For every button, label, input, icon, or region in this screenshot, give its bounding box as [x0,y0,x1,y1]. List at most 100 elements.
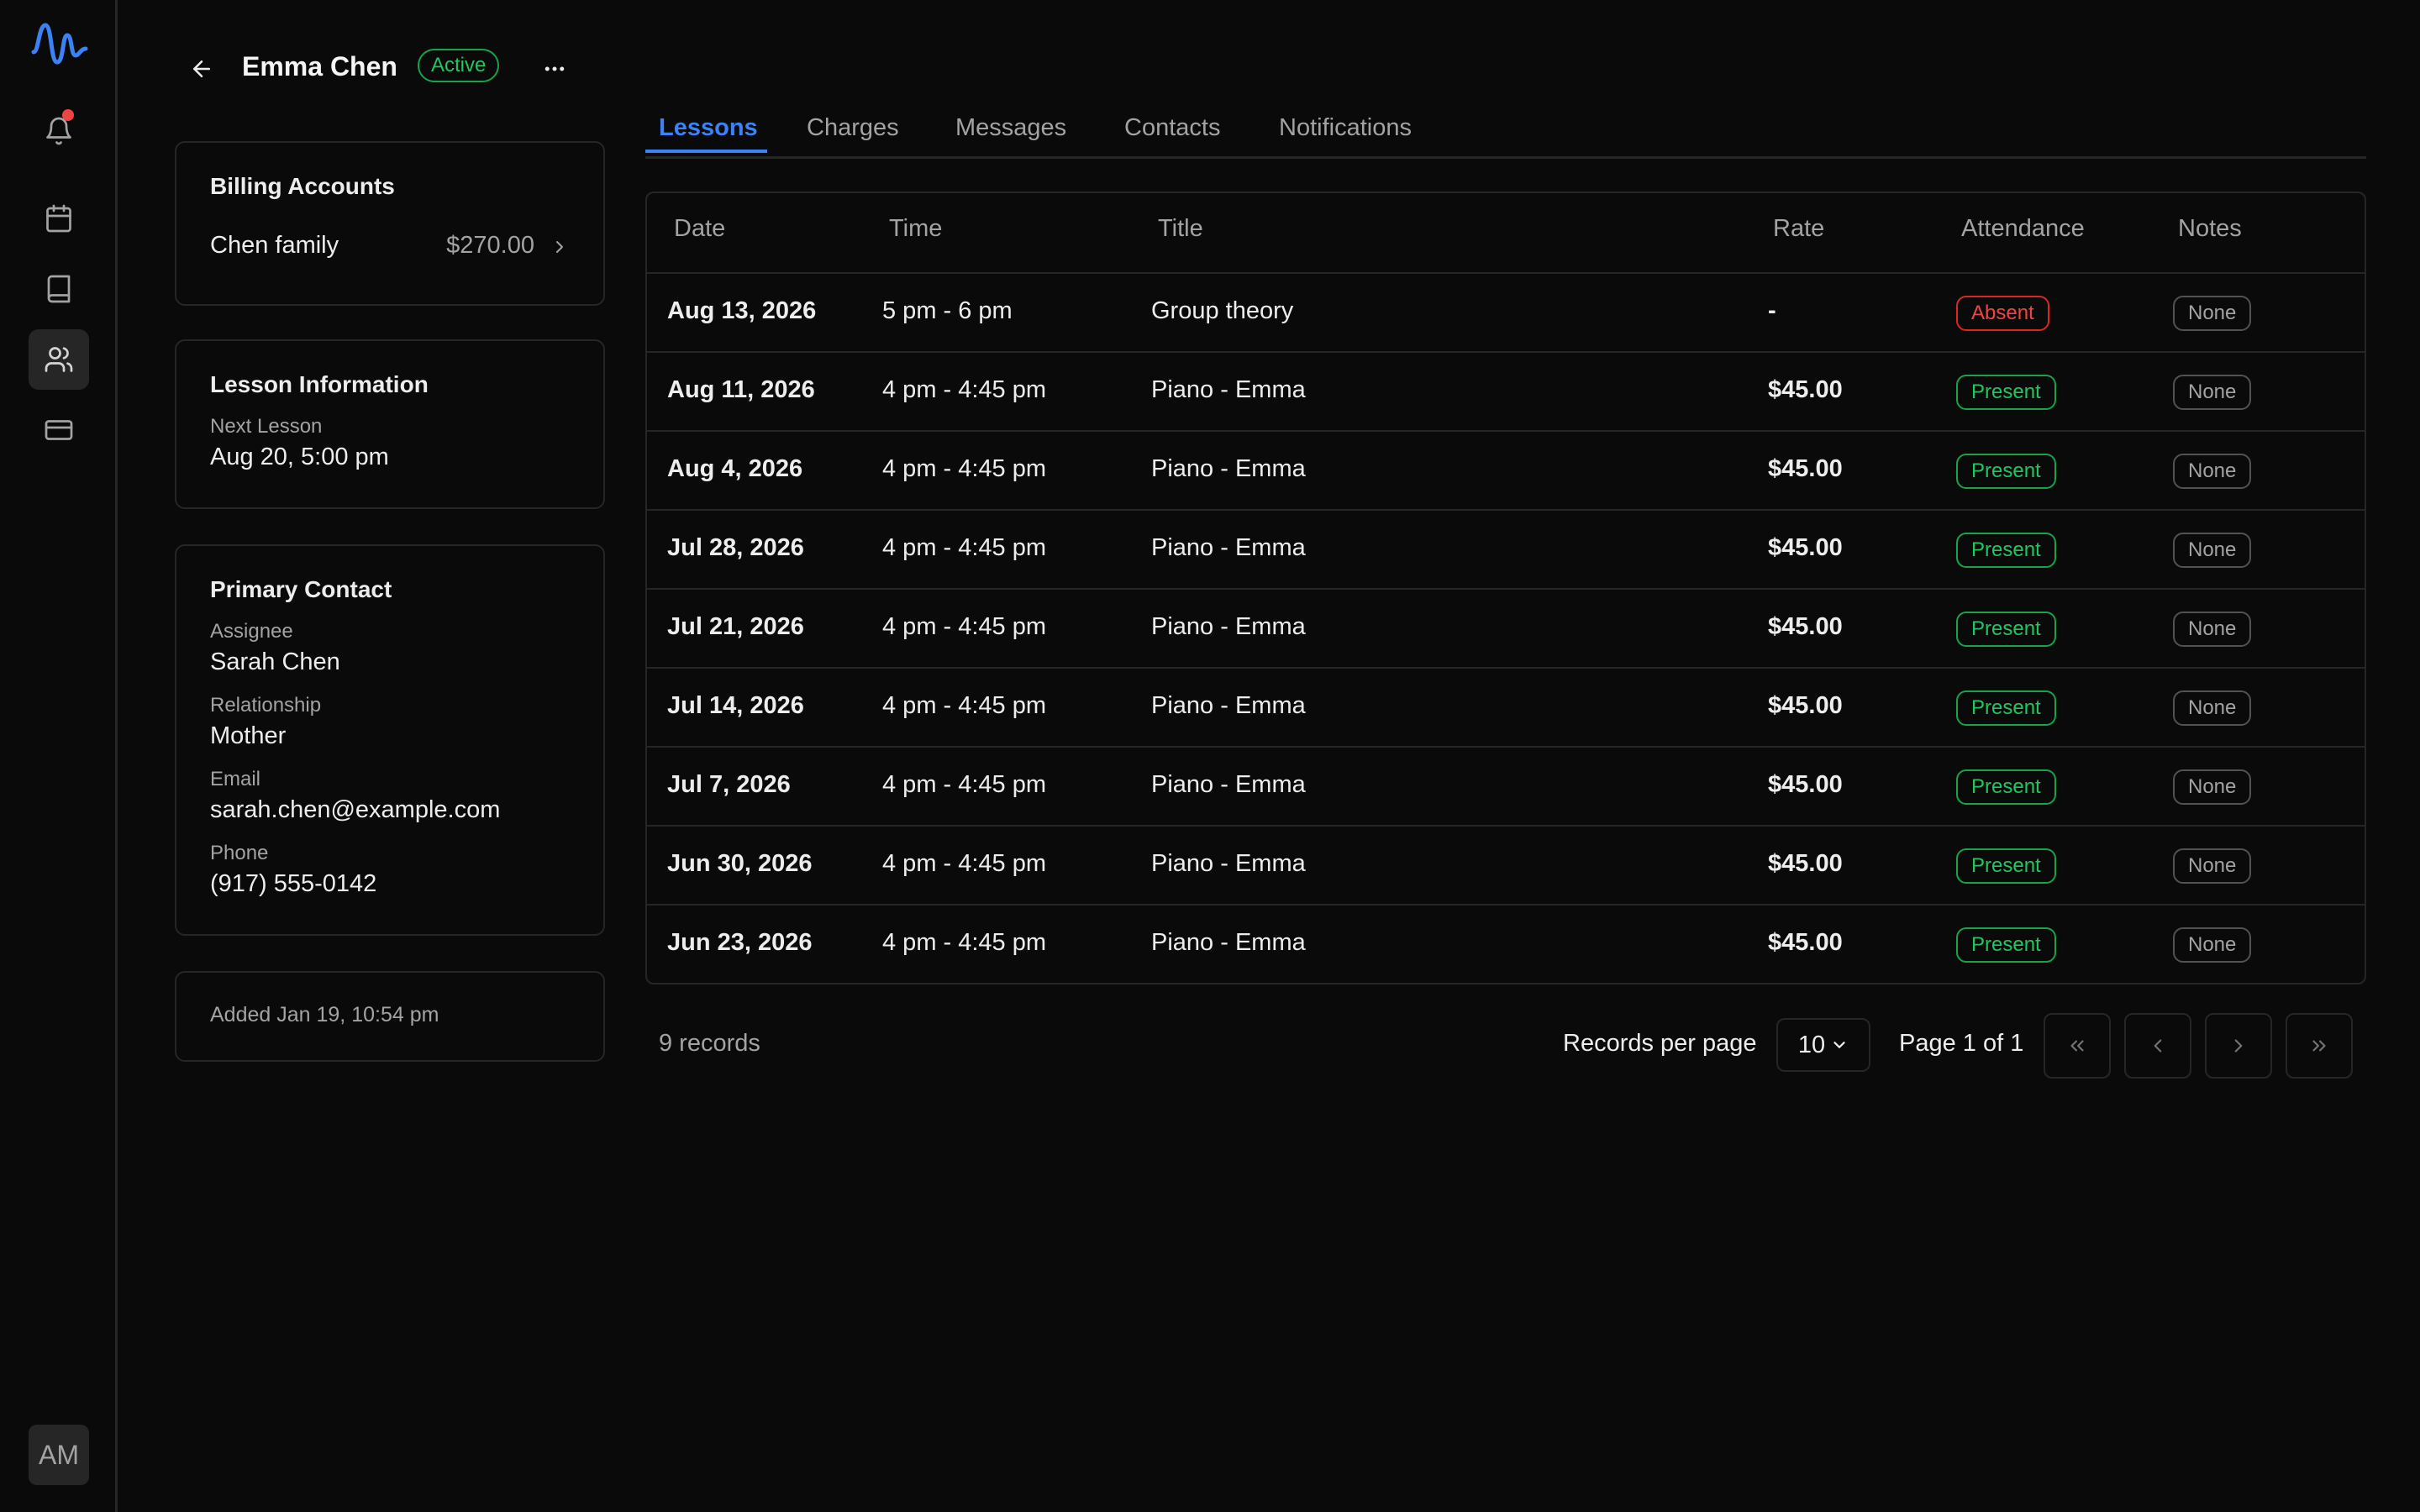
table-row[interactable]: Aug 13, 2026 5 pm - 6 pm Group theory - Abse… [647,272,2365,353]
billing-accounts-title: Billing Accounts [210,173,395,199]
notes-badge[interactable]: None [2173,454,2252,489]
active-tab-indicator [645,150,767,153]
chevrons-right-icon [2308,1035,2330,1057]
records-per-page-value: 10 [1797,1031,1826,1058]
phone-value[interactable]: (917) 555-0142 [210,870,376,898]
attendance-badge[interactable]: Present [1956,375,2056,410]
lesson-date: Jul 21, 2026 [667,613,804,640]
page-title: Emma Chen [242,51,397,81]
billing-account-row[interactable]: Chen family $270.00 [176,227,603,269]
lesson-rate: $45.00 [1768,455,1843,482]
table-row[interactable]: Jul 28, 2026 4 pm - 4:45 pm Piano - Emma $4… [647,509,2365,590]
lesson-date: Jul 7, 2026 [667,771,791,798]
attendance-badge[interactable]: Absent [1956,296,2049,331]
notes-badge[interactable]: None [2173,612,2252,647]
app-logo-icon[interactable] [30,18,89,69]
assignee-value: Sarah Chen [210,648,340,675]
table-row[interactable]: Jun 23, 2026 4 pm - 4:45 pm Piano - Emma $4… [647,904,2365,984]
email-value[interactable]: sarah.chen@example.com [210,796,500,824]
lesson-title: Piano - Emma [1151,771,1306,798]
lesson-time: 4 pm - 4:45 pm [882,771,1047,798]
lesson-time: 4 pm - 4:45 pm [882,376,1047,403]
more-options-button[interactable] [538,52,571,86]
phone-label: Phone [210,842,269,864]
credit-card-icon [44,415,74,445]
tab-notifications[interactable]: Notifications [1279,114,1412,156]
notes-badge[interactable]: None [2173,690,2252,726]
added-info-card: Added Jan 19, 10:54 pm [175,971,605,1062]
next-page-button[interactable] [2205,1013,2272,1079]
column-header-notes[interactable]: Notes [2178,215,2242,243]
column-header-title[interactable]: Title [1158,215,1203,243]
attendance-badge[interactable]: Present [1956,690,2056,726]
notes-badge[interactable]: None [2173,296,2252,331]
table-row[interactable]: Aug 4, 2026 4 pm - 4:45 pm Piano - Emma $45… [647,430,2365,511]
lesson-time: 4 pm - 4:45 pm [882,534,1047,561]
last-page-button[interactable] [2286,1013,2353,1079]
table-row[interactable]: Jul 7, 2026 4 pm - 4:45 pm Piano - Emma $45… [647,746,2365,827]
lesson-information-title: Lesson Information [210,371,429,397]
lesson-information-card: Lesson Information Next Lesson Aug 20, 5… [175,339,605,509]
lessons-table: Date Time Title Rate Attendance Notes Au… [645,192,2366,984]
lesson-rate: $45.00 [1768,613,1843,640]
sidebar-item-calendar[interactable] [29,188,89,249]
lesson-title: Piano - Emma [1151,455,1306,482]
column-header-attendance[interactable]: Attendance [1961,215,2085,243]
table-row[interactable]: Aug 11, 2026 4 pm - 4:45 pm Piano - Emma $4… [647,351,2365,432]
users-icon [44,344,74,375]
ellipsis-icon [542,56,567,81]
book-icon [44,274,74,304]
next-lesson-label: Next Lesson [210,415,323,438]
tab-contacts[interactable]: Contacts [1124,114,1220,156]
column-header-date[interactable]: Date [674,215,725,243]
column-header-rate[interactable]: Rate [1773,215,1824,243]
sidebar-item-students[interactable] [29,329,89,390]
table-row[interactable]: Jun 30, 2026 4 pm - 4:45 pm Piano - Emma $4… [647,825,2365,906]
primary-contact-card: Primary Contact Assignee Sarah Chen Rela… [175,544,605,936]
notes-badge[interactable]: None [2173,533,2252,568]
records-count: 9 records [659,1030,760,1057]
lesson-title: Group theory [1151,297,1294,324]
table-row[interactable]: Jul 14, 2026 4 pm - 4:45 pm Piano - Emma $4… [647,667,2365,748]
column-header-time[interactable]: Time [889,215,942,243]
lesson-date: Jul 28, 2026 [667,534,804,561]
lesson-rate: $45.00 [1768,534,1843,561]
lesson-rate: $45.00 [1768,850,1843,877]
billing-account-name: Chen family [210,232,339,259]
notes-badge[interactable]: None [2173,375,2252,410]
lesson-date: Aug 11, 2026 [667,376,815,403]
table-row[interactable]: Jul 21, 2026 4 pm - 4:45 pm Piano - Emma $4… [647,588,2365,669]
lesson-date: Jul 14, 2026 [667,692,804,719]
sidebar-item-billing[interactable] [29,400,89,460]
arrow-left-icon [189,56,214,81]
tab-messages[interactable]: Messages [955,114,1066,156]
relationship-label: Relationship [210,694,322,717]
lesson-date: Aug 13, 2026 [667,297,817,324]
attendance-badge[interactable]: Present [1956,454,2056,489]
attendance-badge[interactable]: Present [1956,769,2056,805]
notes-badge[interactable]: None [2173,848,2252,884]
attendance-badge[interactable]: Present [1956,848,2056,884]
chevron-right-icon [550,237,570,257]
lesson-title: Piano - Emma [1151,376,1306,403]
chevron-right-icon [2228,1035,2249,1057]
first-page-button[interactable] [2044,1013,2111,1079]
email-label: Email [210,768,261,790]
sidebar-item-notifications[interactable] [29,101,89,161]
attendance-badge[interactable]: Present [1956,927,2056,963]
status-badge: Active [418,49,500,82]
records-per-page-select[interactable]: 10 [1776,1018,1870,1072]
lesson-rate: $45.00 [1768,929,1843,956]
avatar[interactable]: AM [29,1425,89,1485]
relationship-value: Mother [210,722,287,749]
attendance-badge[interactable]: Present [1956,533,2056,568]
previous-page-button[interactable] [2124,1013,2191,1079]
notes-badge[interactable]: None [2173,927,2252,963]
notes-badge[interactable]: None [2173,769,2252,805]
attendance-badge[interactable]: Present [1956,612,2056,647]
billing-accounts-card: Billing Accounts Chen family $270.00 [175,141,605,306]
lesson-time: 4 pm - 4:45 pm [882,455,1047,482]
tab-charges[interactable]: Charges [807,114,899,156]
back-button[interactable] [185,52,218,86]
sidebar-item-library[interactable] [29,259,89,319]
